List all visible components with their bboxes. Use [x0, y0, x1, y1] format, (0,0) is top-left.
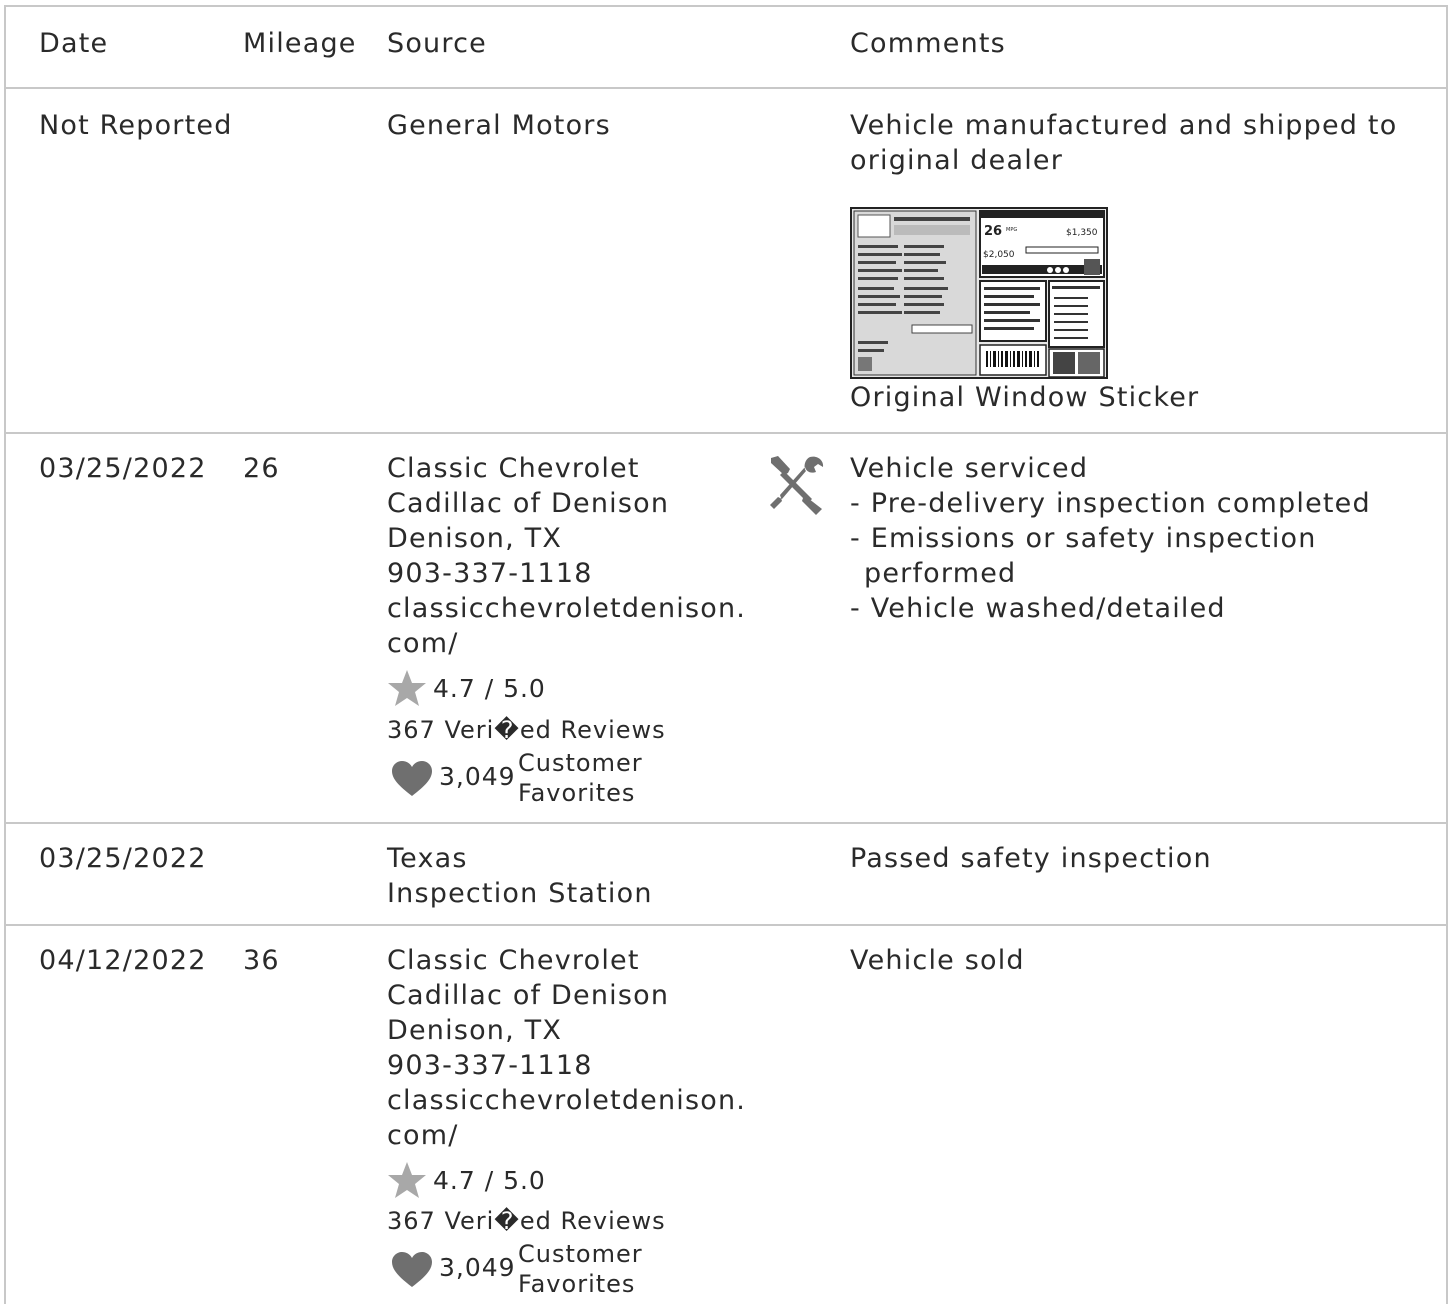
column-header-comments: Comments	[850, 28, 1006, 59]
vehicle-history-table: Date Mileage Source Comments Not Reporte…	[4, 5, 1448, 1304]
row-source: Classic Chevrolet Cadillac of Denison De…	[387, 451, 746, 661]
heart-icon	[392, 1252, 432, 1287]
source-phone[interactable]: 903-337-1118	[387, 556, 746, 591]
comment-line: Vehicle sold	[850, 945, 1025, 976]
comment-line: original dealer	[850, 145, 1064, 176]
comment-line: Passed safety inspection	[850, 843, 1212, 874]
source-name-line-2: Cadillac of Denison	[387, 980, 670, 1011]
window-sticker-thumbnail[interactable]: 26 MPG $1,350 $2,050	[850, 207, 1108, 379]
source-name-line-2: Cadillac of Denison	[387, 488, 670, 519]
source-line: General Motors	[387, 110, 611, 141]
row-mileage: 26	[243, 453, 280, 484]
favorites-count: 3,049	[439, 762, 516, 791]
source-website-line-1[interactable]: classicchevroletdenison.	[387, 1083, 746, 1118]
source-name-line-1: Classic Chevrolet	[387, 453, 640, 484]
comment-line: performed	[864, 558, 1017, 589]
table-row: Not Reported General Motors Vehicle manu…	[6, 89, 1446, 434]
source-line: Texas	[387, 843, 468, 874]
favorites-label-line: Favorites	[518, 1270, 636, 1298]
sticker-mpg-unit: MPG	[1006, 227, 1017, 233]
table-row: 03/25/2022 26 Classic Chevrolet Cadillac…	[6, 434, 1446, 824]
row-comments: Vehicle serviced - Pre-delivery inspecti…	[850, 451, 1371, 626]
table-row: 04/12/2022 36 Classic Chevrolet Cadillac…	[6, 926, 1446, 1306]
dealer-rating: 4.7 / 5.0	[387, 668, 546, 708]
rating-value: 4.7 / 5.0	[433, 673, 546, 703]
source-website-line-1[interactable]: classicchevroletdenison.	[387, 591, 746, 626]
favorites-label-line: Favorites	[518, 779, 636, 807]
comment-line: - Pre-delivery inspection completed	[850, 488, 1371, 519]
favorites-label: Customer Favorites	[518, 748, 643, 808]
source-website-line-2[interactable]: com/	[387, 1118, 746, 1153]
favorites-count: 3,049	[439, 1253, 516, 1282]
verified-reviews-link[interactable]: 367 Veri�ed Reviews	[387, 1207, 666, 1235]
star-icon	[388, 1162, 426, 1198]
row-date: 03/25/2022	[39, 453, 207, 484]
row-date: Not Reported	[39, 110, 233, 141]
service-tools-icon	[770, 456, 824, 515]
comment-line: - Vehicle washed/detailed	[850, 593, 1226, 624]
dealer-rating: 4.7 / 5.0	[387, 1160, 546, 1200]
comment-line: - Emissions or safety inspection	[850, 523, 1317, 554]
comment-line: Vehicle manufactured and shipped to	[850, 110, 1398, 141]
sticker-cost-2: $2,050	[983, 250, 1015, 260]
sticker-cost-1: $1,350	[1066, 228, 1098, 238]
window-sticker-caption[interactable]: Original Window Sticker	[850, 380, 1199, 415]
favorites-label-line: Customer	[518, 1240, 643, 1268]
source-name-line-1: Classic Chevrolet	[387, 945, 640, 976]
row-comments: Passed safety inspection	[850, 841, 1212, 876]
rating-value: 4.7 / 5.0	[433, 1165, 546, 1195]
column-header-source: Source	[387, 28, 487, 59]
source-line: Inspection Station	[387, 878, 653, 909]
source-phone[interactable]: 903-337-1118	[387, 1048, 746, 1083]
row-comments: Vehicle manufactured and shipped to orig…	[850, 108, 1397, 178]
column-header-date: Date	[39, 28, 109, 59]
column-header-mileage: Mileage	[243, 28, 357, 59]
table-row: 03/25/2022 Texas Inspection Station Pass…	[6, 824, 1446, 926]
row-source: Classic Chevrolet Cadillac of Denison De…	[387, 943, 746, 1153]
row-date: 04/12/2022	[39, 945, 207, 976]
heart-icon	[392, 761, 432, 796]
row-date: 03/25/2022	[39, 843, 207, 874]
row-mileage: 36	[243, 945, 280, 976]
comment-line: Vehicle serviced	[850, 453, 1089, 484]
favorites-label: Customer Favorites	[518, 1239, 643, 1299]
table-header-row: Date Mileage Source Comments	[6, 7, 1446, 89]
source-website-line-2[interactable]: com/	[387, 626, 746, 661]
source-location: Denison, TX	[387, 1015, 563, 1046]
favorites-label-line: Customer	[518, 749, 643, 777]
verified-reviews-link[interactable]: 367 Veri�ed Reviews	[387, 716, 666, 744]
sticker-mpg: 26	[984, 224, 1002, 239]
row-source: General Motors	[387, 108, 611, 143]
source-location: Denison, TX	[387, 523, 563, 554]
row-source: Texas Inspection Station	[387, 841, 653, 911]
star-icon	[388, 670, 426, 706]
row-comments: Vehicle sold	[850, 943, 1025, 978]
